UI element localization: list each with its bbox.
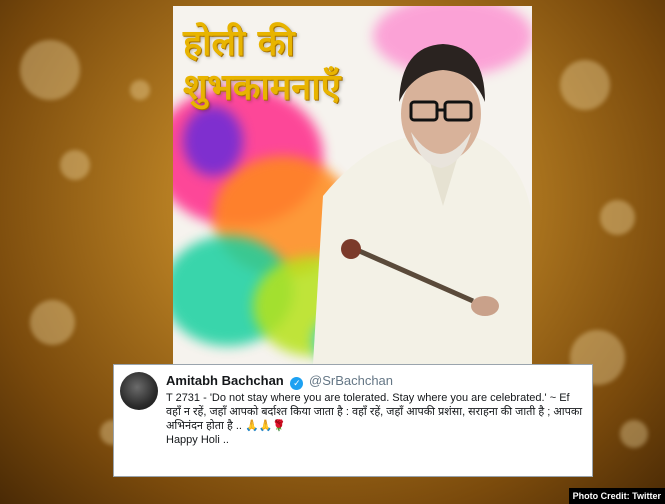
author-handle[interactable]: @SrBachchan [309,373,393,388]
holi-poster: होली की शुभकामनाएँ [173,6,532,364]
poster-title: होली की शुभकामनाएँ [183,22,341,110]
poster-title-line1: होली की [183,23,295,64]
tweet-text-english: T 2731 - 'Do not stay where you are tole… [166,392,570,404]
author-name[interactable]: Amitabh Bachchan [166,373,284,388]
tweet-header: Amitabh Bachchan ✓ @SrBachchan [166,373,393,390]
tweet-text-hindi-line: वहाँ न रहें, जहाँ आपको बर्दाश्त किया जात… [166,405,584,433]
avatar[interactable] [120,372,158,410]
photo-credit: Photo Credit: Twitter [568,488,665,504]
poster-title-line2: शुभकामनाएँ [183,67,341,108]
tweet-card: Amitabh Bachchan ✓ @SrBachchan T 2731 - … [113,364,593,477]
verified-badge-icon: ✓ [290,377,304,390]
tweet-body: T 2731 - 'Do not stay where you are tole… [166,391,584,447]
tweet-text-hindi: वहाँ न रहें, जहाँ आपको बर्दाश्त किया जात… [166,406,583,432]
emoji-prayer-rose: 🙏🙏🌹 [245,420,287,432]
tweet-sign-off: Happy Holi .. [166,434,229,446]
